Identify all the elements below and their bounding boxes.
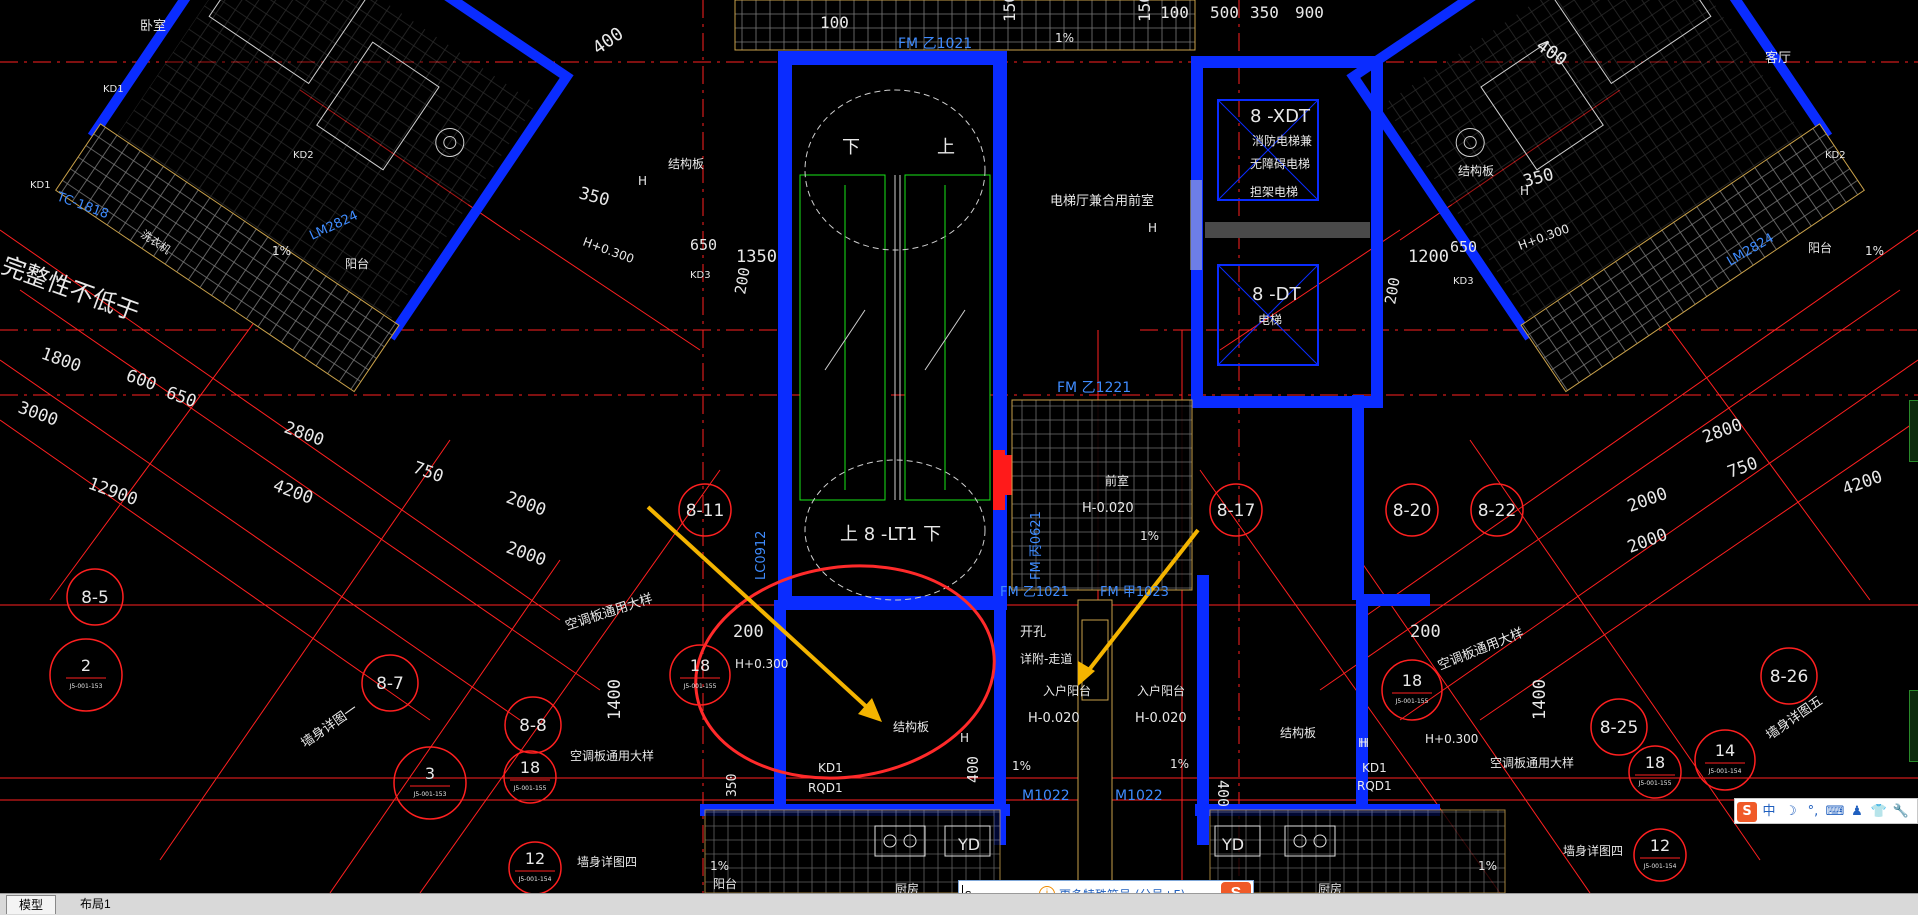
axis-bubble-label: 8-26 — [1770, 667, 1809, 687]
ime-tools-icon[interactable]: 🔧 — [1891, 802, 1911, 822]
axis-bubble-label: 8-17 — [1217, 501, 1256, 521]
detail-bubble-ref: J5-001-155 — [683, 683, 717, 690]
layout-tab-bar: 模型 布局1 — [0, 893, 1918, 915]
ime-status-bar[interactable]: S 中 ☽ °, ⌨ ♟ 👕 🔧 — [1734, 798, 1918, 824]
detail-bubble-ref: J5-001-155 — [1395, 698, 1429, 705]
detail-bubble-ref: J5-001-155 — [513, 785, 547, 792]
axis-bubble-label: 8-7 — [376, 674, 404, 694]
ime-moon-icon[interactable]: ☽ — [1781, 802, 1801, 822]
detail-bubble-ref: J5-001-155 — [1638, 780, 1672, 787]
detail-bubble-number: 12 — [525, 849, 545, 868]
right-scroll-handle-bottom[interactable] — [1909, 690, 1918, 762]
detail-bubble-number: 3 — [425, 764, 435, 783]
detail-bubble-ref: J5-001-154 — [1643, 863, 1677, 870]
detail-bubble-ref: J5-001-154 — [1708, 768, 1742, 775]
detail-bubble-ref: J5-001-153 — [413, 791, 447, 798]
tab-layout1[interactable]: 布局1 — [68, 895, 123, 913]
ime-user-icon[interactable]: ♟ — [1847, 802, 1867, 822]
detail-bubble-number: 18 — [690, 656, 710, 675]
detail-bubble-ref: J5-001-154 — [518, 876, 552, 883]
detail-bubble-number: 2 — [81, 656, 91, 675]
right-scroll-handle-top[interactable] — [1909, 400, 1918, 462]
ime-skin-icon[interactable]: 👕 — [1869, 802, 1889, 822]
ime-punct-icon[interactable]: °, — [1803, 802, 1823, 822]
detail-bubble-number: 18 — [1645, 753, 1665, 772]
axis-bubble-label: 8-25 — [1600, 718, 1639, 738]
ime-chinese-toggle[interactable]: 中 — [1759, 802, 1779, 822]
axis-bubble-label: 8-11 — [686, 501, 725, 521]
detail-bubble-number: 18 — [520, 758, 540, 777]
detail-bubble-ref: J5-001-153 — [69, 683, 103, 690]
detail-bubble-number: 12 — [1650, 836, 1670, 855]
bubble-text-layer: 8-5 8-7 8-8 8-11 8-17 8-20 8-22 8-25 8-26 2 J5-001… — [66, 501, 1809, 883]
axis-bubble-label: 8-8 — [519, 716, 547, 736]
detail-bubble-number: 14 — [1715, 741, 1735, 760]
axis-bubble-label: 8-5 — [81, 588, 109, 608]
ime-keyboard-icon[interactable]: ⌨ — [1825, 802, 1845, 822]
ime-logo-icon[interactable]: S — [1737, 802, 1757, 822]
axis-bubble-label: 8-20 — [1393, 501, 1432, 521]
axis-bubble-label: 8-22 — [1478, 501, 1517, 521]
tab-model[interactable]: 模型 — [6, 895, 57, 914]
detail-bubble-number: 18 — [1402, 671, 1422, 690]
cad-drawing-canvas[interactable]: 卧室 客厅 结构板 结构板 结构板 结构板 阳台 阳台 电梯厅兼合用前室 前室 … — [0, 0, 1918, 893]
